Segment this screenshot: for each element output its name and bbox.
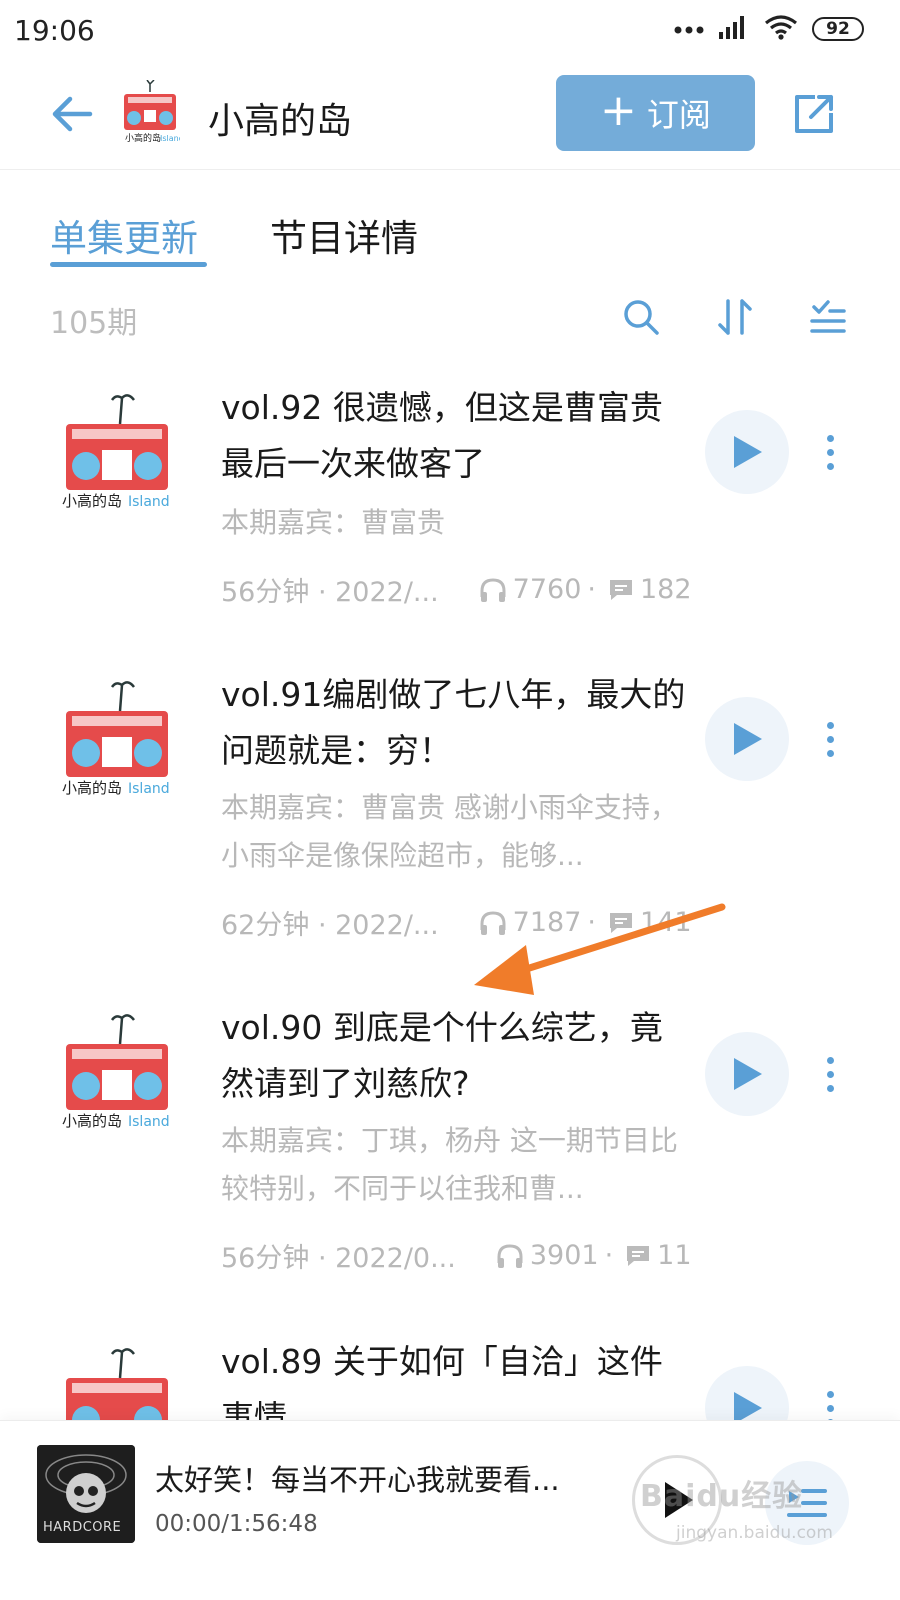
play-button[interactable] — [705, 697, 789, 781]
episode-duration-date: 56分钟 · 2022/... — [221, 577, 439, 608]
episode-plays: 3901 — [529, 1240, 599, 1271]
batch-select-button[interactable] — [802, 292, 852, 342]
play-button[interactable] — [705, 1366, 789, 1420]
svg-text:小高的岛: 小高的岛 — [62, 1112, 122, 1130]
episode-cover — [60, 1348, 174, 1420]
list-check-icon — [810, 300, 846, 333]
episode-plays: 7760 — [512, 574, 582, 605]
episode-comments: 11 — [657, 1240, 692, 1271]
episode-item[interactable]: vol.89 关于如何「自洽」这件事情 — [0, 1334, 900, 1420]
headphones-icon — [479, 577, 507, 603]
episode-cover: 小高的岛 Island — [60, 394, 174, 510]
share-button[interactable] — [786, 86, 842, 142]
search-button[interactable] — [616, 292, 666, 342]
meta-separator: · — [587, 574, 596, 605]
now-playing-cover: HARDCORE — [37, 1445, 135, 1543]
plus-icon: + — [600, 85, 637, 136]
subscribe-label: 订阅 — [646, 96, 711, 134]
comment-icon — [608, 578, 634, 602]
episode-cover: 小高的岛 Island — [60, 1014, 174, 1130]
sort-icon — [718, 299, 752, 335]
signal-icon — [718, 14, 750, 44]
more-options-button[interactable] — [815, 709, 845, 769]
active-tab-indicator — [50, 262, 207, 267]
wifi-icon — [764, 14, 798, 44]
episode-title: vol.90 到底是个什么综艺，竟然请到了刘慈欣? — [221, 1008, 663, 1103]
watermark-brand: Baidu经验 — [640, 1479, 804, 1514]
svg-text:Island: Island — [160, 134, 180, 143]
play-icon — [734, 1392, 762, 1420]
svg-text:小高的岛: 小高的岛 — [62, 779, 122, 797]
more-icon — [826, 1390, 834, 1398]
more-icon — [826, 1056, 834, 1064]
play-icon — [734, 1058, 762, 1090]
episode-description: 本期嘉宾：曹富贵 感谢小雨伞支持，小雨伞是像保险超市，能够... — [221, 791, 678, 872]
svg-text:Island: Island — [128, 781, 170, 797]
sort-button[interactable] — [710, 292, 760, 342]
comment-icon — [625, 1244, 651, 1268]
back-arrow-icon — [52, 96, 93, 132]
play-icon — [734, 436, 762, 468]
headphones-icon — [496, 1243, 524, 1269]
more-options-button[interactable] — [815, 1378, 845, 1420]
meta-separator: · — [604, 1240, 614, 1271]
episode-meta: 56分钟 · 2022/... 7760 · 182 — [221, 570, 692, 609]
svg-text:Island: Island — [128, 494, 170, 510]
episode-title: vol.92 很遗憾，但这是曹富贵最后一次来做客了 — [221, 388, 663, 483]
more-options-button[interactable] — [815, 1044, 845, 1104]
episode-title: vol.89 关于如何「自洽」这件事情 — [221, 1342, 663, 1420]
dots-icon — [674, 20, 704, 39]
share-icon — [795, 95, 833, 133]
tab-episodes[interactable]: 单集更新 — [50, 208, 198, 262]
mini-player[interactable]: HARDCORE 太好笑！每当不开心我就要看... 00:00/1:56:48 … — [0, 1420, 900, 1600]
svg-text:Island: Island — [128, 1114, 170, 1130]
header-bar: 小高的岛 Island 小高的岛 + 订阅 — [0, 66, 900, 170]
subscribe-button[interactable]: + 订阅 — [556, 75, 755, 151]
episode-meta: 56分钟 · 2022/0... 3901 · 11 — [221, 1236, 692, 1275]
more-options-button[interactable] — [815, 422, 845, 482]
episode-duration-date: 62分钟 · 2022/... — [221, 910, 439, 941]
play-button[interactable] — [705, 410, 789, 494]
podcast-logo: 小高的岛 Island — [120, 79, 184, 144]
search-icon — [624, 300, 659, 335]
play-icon — [734, 723, 762, 755]
play-button[interactable] — [705, 1032, 789, 1116]
now-playing-time: 00:00/1:56:48 — [155, 1511, 318, 1537]
status-icons: 92 — [674, 14, 864, 44]
battery-indicator: 92 — [812, 17, 864, 41]
status-bar: 19:06 92 — [0, 0, 900, 60]
episode-description: 本期嘉宾：曹富贵 — [221, 506, 446, 539]
more-icon — [826, 721, 834, 729]
episode-description: 本期嘉宾：丁琪，杨舟 这一期节目比较特别，不同于以往我和曹... — [221, 1124, 678, 1205]
episode-cover: 小高的岛 Island — [60, 681, 174, 797]
watermark-url: jingyan.baidu.com — [676, 1523, 833, 1543]
svg-text:小高的岛: 小高的岛 — [62, 492, 122, 510]
svg-text:小高的岛: 小高的岛 — [125, 132, 161, 144]
episode-count: 105期 — [50, 306, 138, 341]
page-title: 小高的岛 — [208, 101, 353, 142]
more-icon — [826, 434, 834, 442]
now-playing-title: 太好笑！每当不开心我就要看... — [155, 1463, 560, 1497]
cover-label: HARDCORE — [43, 1520, 121, 1535]
annotation-arrow-icon — [474, 903, 726, 995]
episode-title: vol.91编剧做了七八年，最大的问题就是：穷！ — [221, 675, 686, 770]
status-time: 19:06 — [14, 14, 95, 47]
back-button[interactable] — [44, 86, 100, 142]
episode-comments: 182 — [639, 574, 692, 605]
episode-duration-date: 56分钟 · 2022/0... — [221, 1243, 456, 1274]
tab-details[interactable]: 节目详情 — [270, 208, 418, 262]
